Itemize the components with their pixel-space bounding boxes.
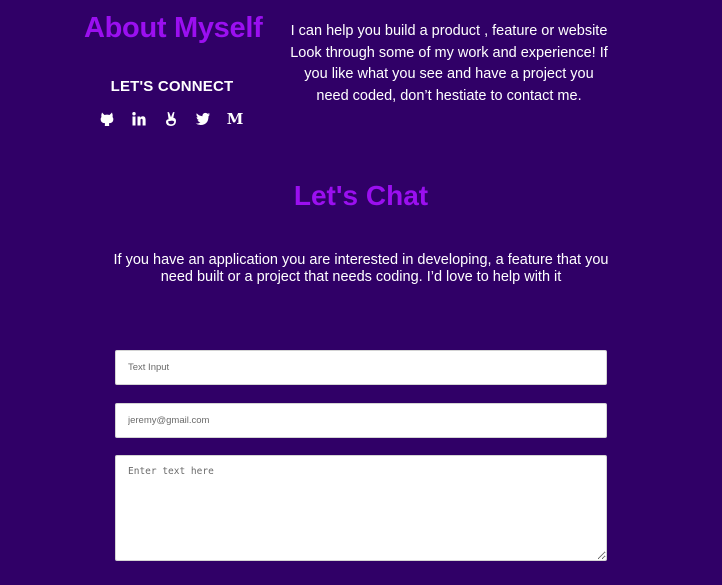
- text-input[interactable]: [115, 350, 607, 385]
- medium-icon[interactable]: M: [226, 110, 244, 128]
- email-input[interactable]: [115, 403, 607, 438]
- github-icon[interactable]: [98, 110, 116, 128]
- about-description: I can help you build a product , feature…: [290, 23, 608, 104]
- angellist-icon[interactable]: [162, 110, 180, 128]
- message-textarea[interactable]: [115, 455, 607, 561]
- linkedin-icon[interactable]: [130, 110, 148, 128]
- twitter-icon[interactable]: [194, 110, 212, 128]
- connect-heading: LET'S CONNECT: [110, 78, 234, 95]
- about-title: About Myself: [84, 12, 263, 44]
- chat-description: If you have an application you are inter…: [113, 252, 609, 285]
- social-links: M: [98, 110, 244, 128]
- chat-title: Let's Chat: [293, 180, 429, 211]
